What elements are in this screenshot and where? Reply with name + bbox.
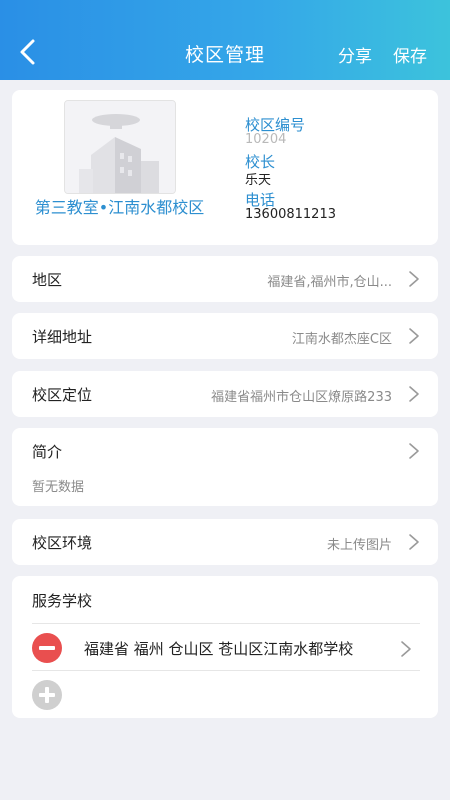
environment-value: 未上传图片	[326, 538, 392, 553]
intro-text: 暂无数据	[32, 480, 85, 495]
service-schools-card: 服务学校 福建省 福州 仓山区 苍山区江南水都学校	[12, 576, 438, 718]
intro-row[interactable]: 简介 暂无数据	[12, 428, 438, 506]
campus-photo-placeholder[interactable]	[64, 100, 176, 194]
campus-profile-card: 第三教室•江南水都校区 校区编号 10204 校长 乐天 电话 13600811…	[12, 90, 438, 245]
campus-id-value: 10204	[245, 132, 287, 147]
address-label: 详细地址	[32, 328, 93, 346]
chevron-right-icon	[408, 441, 420, 461]
campus-name: 第三教室•江南水都校区	[34, 198, 205, 217]
environment-row[interactable]: 校区环境 未上传图片	[12, 519, 438, 565]
share-button[interactable]: 分享	[338, 42, 372, 67]
phone-value: 13600811213	[245, 207, 336, 222]
chevron-right-icon	[400, 639, 412, 659]
region-label: 地区	[32, 271, 63, 289]
save-button[interactable]: 保存	[393, 42, 427, 67]
building-placeholder-icon	[65, 101, 175, 193]
region-value: 福建省,福州市,仓山...	[267, 275, 392, 290]
chevron-right-icon	[408, 384, 420, 404]
principal-value: 乐天	[245, 173, 272, 188]
region-row[interactable]: 地区 福建省,福州市,仓山...	[12, 256, 438, 302]
address-row[interactable]: 详细地址 江南水都杰座C区	[12, 313, 438, 359]
app-header: 校区管理 分享 保存	[0, 0, 450, 80]
back-button[interactable]	[12, 34, 44, 70]
page-title: 校区管理	[184, 44, 265, 66]
location-row[interactable]: 校区定位 福建省福州市仓山区燎原路233	[12, 371, 438, 417]
chevron-right-icon	[408, 326, 420, 346]
add-school-button[interactable]	[32, 680, 62, 710]
school-name[interactable]: 福建省 福州 仓山区 苍山区江南水都学校	[84, 638, 353, 659]
location-value: 福建省福州市仓山区燎原路233	[211, 390, 392, 405]
remove-school-button[interactable]	[32, 633, 62, 663]
service-schools-title: 服务学校	[32, 592, 93, 610]
intro-label: 简介	[32, 443, 63, 461]
chevron-right-icon	[408, 532, 420, 552]
back-arrow-icon	[20, 39, 35, 65]
location-label: 校区定位	[32, 386, 93, 404]
environment-label: 校区环境	[32, 534, 93, 552]
chevron-right-icon	[408, 269, 420, 289]
divider	[32, 623, 420, 624]
divider	[32, 670, 420, 671]
address-value: 江南水都杰座C区	[291, 332, 392, 347]
